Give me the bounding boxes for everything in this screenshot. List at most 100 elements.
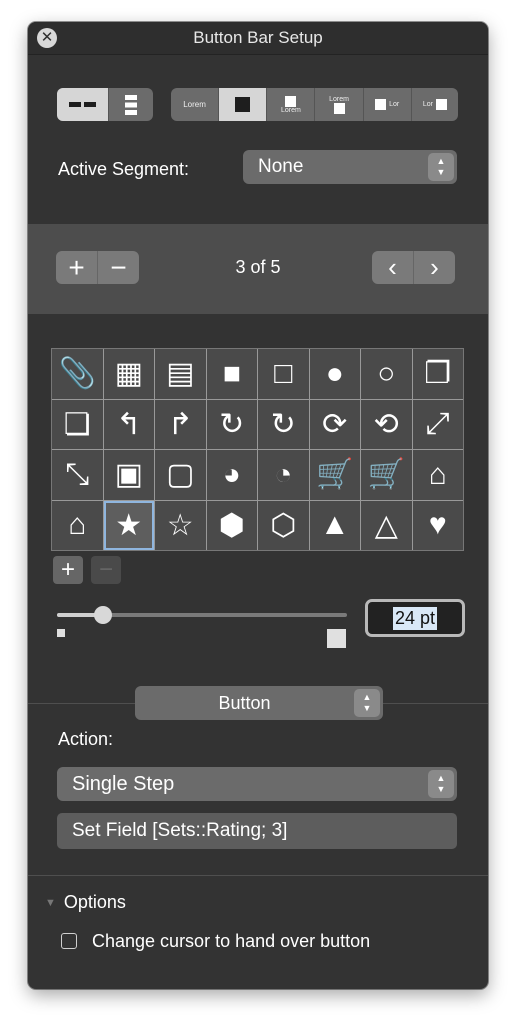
speech-bubble-filled-icon: ●	[325, 356, 344, 390]
next-segment-button[interactable]: ›	[413, 251, 455, 284]
icon-cell[interactable]: ⬡	[258, 500, 309, 550]
icon-cell[interactable]: 🛒	[361, 450, 412, 500]
icon-cell[interactable]: ○	[361, 349, 412, 399]
home-outline-icon: ⌂	[68, 508, 87, 542]
icon-cell[interactable]: 🛒	[309, 450, 360, 500]
style-text-left-label: Lor	[422, 101, 433, 108]
icon-cell[interactable]: ⌂	[412, 450, 463, 500]
table-outline-icon: ▤	[166, 357, 195, 391]
icon-size-slider-knob[interactable]	[94, 606, 113, 624]
style-icon-only[interactable]	[219, 88, 268, 121]
style-icon-above-text[interactable]: Lorem	[267, 88, 316, 121]
style-text-left-icon[interactable]: Lor	[412, 88, 458, 121]
action-step-popup[interactable]: Single Step ▲ ▼	[57, 767, 457, 801]
icon-cell[interactable]: ☆	[155, 500, 206, 550]
icon-cell[interactable]: ▲	[309, 500, 360, 550]
icon-cell[interactable]: □	[258, 349, 309, 399]
hand-cursor-label: Change cursor to hand over button	[92, 931, 371, 951]
icon-cell[interactable]: ⤡	[52, 450, 103, 500]
style-text-only[interactable]: Lorem	[171, 88, 220, 121]
icon-cell[interactable]: ⟳	[309, 399, 360, 449]
expand-outline-icon: ⤡	[65, 457, 90, 491]
horizontal-layout-icon	[68, 101, 96, 107]
vertical-layout-icon	[125, 94, 138, 115]
speech-bubble-outline-icon: ○	[377, 356, 396, 390]
pie-chart-outline-icon: ◔	[274, 457, 293, 491]
icon-cell[interactable]: ●	[309, 349, 360, 399]
back-arrow-filled-icon: ↰	[116, 407, 142, 441]
icon-cell[interactable]: ⟲	[361, 399, 412, 449]
action-detail-field[interactable]: Set Field [Sets::Rating; 3]	[57, 813, 457, 849]
cart-outline-icon: 🛒	[367, 458, 405, 492]
icon-cell[interactable]: ★	[103, 500, 154, 550]
previous-segment-button[interactable]: ‹	[372, 251, 413, 284]
icon-cell[interactable]: ▤	[155, 349, 206, 399]
star-outline-icon: ☆	[166, 508, 194, 542]
hand-cursor-checkbox[interactable]	[61, 933, 77, 949]
window-title: Button Bar Setup	[193, 28, 323, 47]
add-icon-button[interactable]: +	[53, 556, 83, 584]
paperclip-icon: 📎	[58, 357, 96, 391]
sync-filled-icon: ⟳	[322, 407, 348, 441]
button-bar-setup-window: ✕ Button Bar Setup Lorem Lorem Lorem Lor	[28, 22, 488, 989]
copy-outline-icon: ❏	[63, 407, 91, 441]
icon-cell[interactable]: ⬢	[206, 500, 257, 550]
icon-cell[interactable]: ❐	[412, 349, 463, 399]
warning-filled-icon: ▲	[319, 508, 350, 542]
sync-outline-icon: ⟲	[373, 407, 399, 441]
style-icon-square	[375, 99, 387, 110]
refresh-outline-icon: ↻	[270, 407, 296, 441]
options-label: Options	[63, 892, 126, 912]
icon-cell[interactable]: ◕	[206, 450, 257, 500]
style-text-above-icon[interactable]: Lorem	[315, 88, 364, 121]
active-segment-value: None	[258, 156, 304, 177]
segment-nav: ‹ ›	[372, 251, 455, 284]
button-type-popup[interactable]: Button ▲ ▼	[135, 686, 383, 720]
pie-chart-filled-icon: ◕	[222, 457, 241, 491]
active-segment-label: Active Segment:	[58, 159, 190, 179]
horizontal-layout-button[interactable]	[57, 88, 110, 121]
icon-cell[interactable]: ⌂	[52, 500, 103, 550]
home-filled-icon: ⌂	[428, 457, 447, 491]
heart-filled-icon: ♥	[428, 508, 447, 542]
expand-filled-icon: ⤢	[425, 407, 450, 441]
button-style-segments: Lorem Lorem Lorem Lor Lor	[171, 88, 458, 121]
style-icon-left-text[interactable]: Lor	[364, 88, 412, 121]
vertical-layout-button[interactable]	[109, 88, 153, 121]
box-outline-icon: □	[274, 356, 293, 390]
disclosure-triangle-icon: ▼	[45, 896, 56, 909]
style-text-above-label: Lorem	[329, 95, 349, 103]
style-text-only-label: Lorem	[183, 100, 206, 109]
icon-cell[interactable]: △	[361, 500, 412, 550]
style-icon-square	[435, 99, 447, 110]
close-button[interactable]: ✕	[37, 28, 57, 48]
style-icon-square	[333, 102, 345, 114]
remove-icon-button[interactable]: −	[91, 556, 121, 584]
icon-cell[interactable]: ↱	[155, 399, 206, 449]
warning-outline-icon: △	[374, 508, 398, 542]
star-filled-icon: ★	[115, 508, 143, 542]
popup-arrows-icon: ▲ ▼	[428, 153, 454, 181]
icon-cell[interactable]: ↻	[258, 399, 309, 449]
options-disclosure[interactable]: ▼ Options	[45, 892, 126, 913]
icon-size-field[interactable]: 24 pt	[365, 599, 465, 637]
icon-cell[interactable]: 📎	[52, 349, 103, 399]
icon-cell[interactable]: ▢	[155, 450, 206, 500]
icon-cell[interactable]: ↰	[103, 399, 154, 449]
small-size-icon	[57, 629, 65, 637]
back-arrow-outline-icon: ↱	[167, 407, 193, 441]
icon-cell[interactable]: ■	[206, 349, 257, 399]
icon-cell[interactable]: ▦	[103, 349, 154, 399]
icon-cell[interactable]: ↻	[206, 399, 257, 449]
active-segment-popup[interactable]: None ▲ ▼	[243, 150, 457, 184]
icon-cell[interactable]: ♥	[412, 500, 463, 550]
icon-cell[interactable]: ◔	[258, 450, 309, 500]
octagon-alert-filled-icon: ⬢	[218, 508, 245, 542]
icon-cell[interactable]: ▣	[103, 450, 154, 500]
action-label: Action:	[58, 729, 114, 749]
icon-cell[interactable]: ❏	[52, 399, 103, 449]
icon-cell[interactable]: ⤢	[412, 399, 463, 449]
style-icon-square	[235, 97, 251, 112]
id-card-outline-icon: ▢	[166, 458, 195, 492]
section-divider	[28, 875, 488, 876]
